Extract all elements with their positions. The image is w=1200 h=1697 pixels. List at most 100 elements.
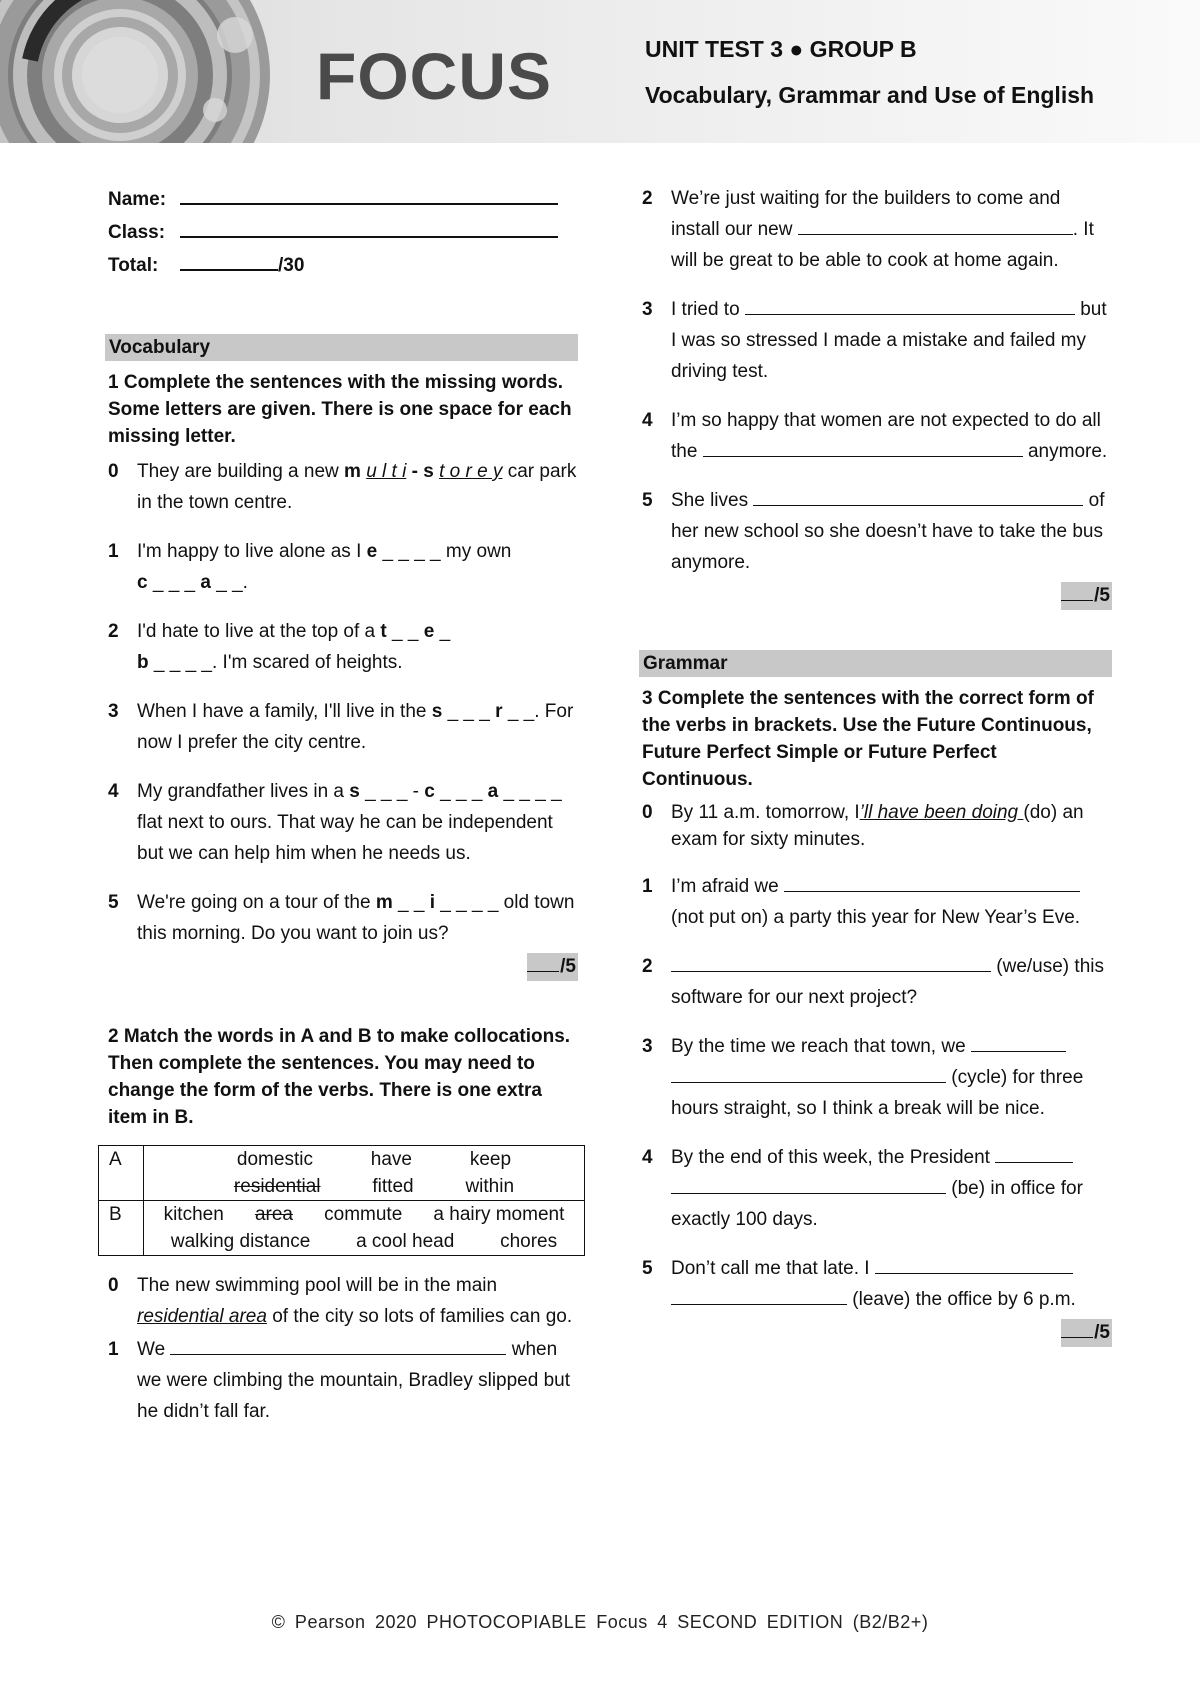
item-text: We bbox=[137, 1339, 171, 1360]
letter-blanks[interactable]: _ _ _ bbox=[435, 781, 488, 802]
item-text: I'd hate to live at the top of a bbox=[137, 621, 381, 642]
item-text: (not put on) a party this year for New Y… bbox=[671, 907, 1081, 928]
ex2-item-5: 5 She lives of her new school so she doe… bbox=[642, 485, 1112, 578]
item-text: The new swimming pool will be in the mai… bbox=[137, 1275, 498, 1296]
letter-blanks[interactable]: _ _ _ _ bbox=[149, 652, 212, 673]
ex3-item-4: 4 By the end of this week, the President… bbox=[642, 1142, 1112, 1235]
ex3-score-box[interactable]: /5 bbox=[1061, 1319, 1112, 1347]
given-letter: m bbox=[344, 461, 361, 482]
table-row-b: B kitchen area commute a hairy moment wa… bbox=[98, 1200, 585, 1256]
answer-blank[interactable] bbox=[671, 1175, 946, 1194]
score-blank[interactable] bbox=[1061, 582, 1094, 601]
letter-blanks[interactable]: _ _ _ bbox=[442, 701, 495, 722]
answer-blank[interactable] bbox=[874, 1255, 1073, 1274]
given-letter: c bbox=[424, 781, 435, 802]
hyphen: - bbox=[406, 461, 424, 482]
item-number: 4 bbox=[642, 1147, 653, 1168]
letter-blanks[interactable]: _ _ _ _ bbox=[435, 892, 504, 913]
ex1-item-3[interactable]: 3 When I have a family, I'll live in the… bbox=[108, 696, 578, 758]
word-a: within bbox=[465, 1176, 515, 1197]
answer-blank[interactable] bbox=[753, 487, 1084, 506]
item-text: I’m afraid we bbox=[671, 876, 784, 897]
word-a-used: residential bbox=[233, 1176, 321, 1197]
word-b: chores bbox=[500, 1231, 558, 1252]
answer-blank[interactable] bbox=[783, 873, 1080, 892]
word-b: commute bbox=[324, 1204, 403, 1225]
given-letter: e bbox=[423, 621, 435, 642]
item-number: 2 bbox=[642, 188, 653, 209]
focus-logo-text: FOCUS bbox=[316, 39, 552, 113]
word-a: have bbox=[370, 1149, 412, 1170]
item-text: . I'm scared of heights. bbox=[212, 652, 403, 673]
score-max: /5 bbox=[1094, 585, 1110, 606]
class-field[interactable] bbox=[180, 216, 558, 238]
word-b-used: area bbox=[254, 1204, 293, 1225]
ex1-item-5[interactable]: 5 We're going on a tour of the m _ _ i _… bbox=[108, 887, 578, 949]
answer-blank[interactable] bbox=[970, 1033, 1066, 1052]
letter-blanks[interactable]: _ bbox=[434, 621, 451, 642]
answer-blank[interactable] bbox=[702, 438, 1023, 457]
answer-blank[interactable] bbox=[671, 1286, 847, 1305]
name-field[interactable] bbox=[180, 183, 558, 205]
row-label-a: A bbox=[98, 1145, 144, 1201]
item-number: 3 bbox=[642, 1036, 653, 1057]
ex2-score-box[interactable]: /5 bbox=[1061, 582, 1112, 610]
ex1-item-1[interactable]: 1 I'm happy to live alone as I e _ _ _ _… bbox=[108, 536, 578, 598]
ex3-item-0: 0 By 11 a.m. tomorrow, I’ll have been do… bbox=[642, 799, 1112, 853]
letter-blanks[interactable]: _ _. bbox=[503, 701, 540, 722]
left-column: Name: Class: Total: /30 Vocabulary 1 Com… bbox=[98, 183, 585, 1445]
collocation-table: A domestic have keep residential fitted … bbox=[98, 1145, 585, 1256]
score-max: /5 bbox=[560, 956, 576, 977]
letter-blanks[interactable]: _ _ _ _ bbox=[498, 781, 562, 802]
given-letter: s bbox=[349, 781, 360, 802]
ex1-score-box[interactable]: /5 bbox=[527, 953, 578, 981]
letter-blanks[interactable]: _ _ _ _ bbox=[377, 541, 446, 562]
item-text: When I have a family, I'll live in the bbox=[137, 701, 432, 722]
item-text: My grandfather lives in a bbox=[137, 781, 350, 802]
score-blank[interactable] bbox=[1061, 1319, 1094, 1338]
answer-blank[interactable] bbox=[995, 1144, 1074, 1163]
item-text: my own bbox=[445, 541, 512, 562]
class-label: Class: bbox=[108, 222, 166, 243]
word-b: kitchen bbox=[163, 1204, 224, 1225]
word-a: keep bbox=[469, 1149, 512, 1170]
score-blank[interactable] bbox=[527, 953, 560, 972]
class-row: Class: bbox=[108, 216, 578, 249]
letter-blanks[interactable]: _ _. bbox=[211, 572, 248, 593]
exercise-3-instruction: 3 Complete the sentences with the correc… bbox=[642, 688, 1094, 790]
exercise-1-instruction: 1 Complete the sentences with the missin… bbox=[108, 372, 572, 447]
letter-blanks[interactable]: _ _ bbox=[393, 892, 430, 913]
ex2-item-2: 2 We’re just waiting for the builders to… bbox=[642, 183, 1112, 276]
item-text: By the end of this week, the President bbox=[671, 1147, 996, 1168]
item-number: 0 bbox=[642, 802, 653, 823]
given-letter: a bbox=[200, 572, 211, 593]
item-number: 4 bbox=[108, 781, 119, 802]
given-letter: r bbox=[495, 701, 503, 722]
example-answer: residential area bbox=[137, 1306, 267, 1327]
ex3-item-3: 3 By the time we reach that town, we (cy… bbox=[642, 1031, 1112, 1124]
example-answer: ’ll have been doing bbox=[859, 802, 1024, 823]
total-field[interactable] bbox=[180, 249, 278, 271]
letter-blanks[interactable]: _ _ bbox=[387, 621, 424, 642]
letter-blanks[interactable]: _ _ _ bbox=[148, 572, 201, 593]
answer-blank[interactable] bbox=[170, 1336, 507, 1355]
item-text: We're going on a tour of the bbox=[137, 892, 376, 913]
item-text: By the time we reach that town, we bbox=[671, 1036, 971, 1057]
item-number: 1 bbox=[108, 541, 119, 562]
item-text: I'm happy to live alone as I bbox=[137, 541, 367, 562]
row-a-words: domestic have keep residential fitted wi… bbox=[143, 1145, 585, 1201]
answer-blank[interactable] bbox=[797, 216, 1073, 235]
answer-blank[interactable] bbox=[671, 953, 991, 972]
answer-blank[interactable] bbox=[671, 1064, 946, 1083]
ex1-item-4[interactable]: 4 My grandfather lives in a s _ _ _ - c … bbox=[108, 776, 578, 869]
row-b-words: kitchen area commute a hairy moment walk… bbox=[143, 1200, 585, 1256]
item-number: 3 bbox=[108, 701, 119, 722]
ex1-item-2[interactable]: 2 I'd hate to live at the top of a t _ _… bbox=[108, 616, 578, 678]
answer-blank[interactable] bbox=[744, 296, 1075, 315]
letter-blanks[interactable]: _ _ _ - bbox=[360, 781, 424, 802]
word-b: walking distance bbox=[170, 1231, 311, 1252]
item-text: (leave) the office by 6 p.m. bbox=[847, 1289, 1076, 1310]
focus-swirl-logo-icon bbox=[0, 0, 270, 143]
ex2-score-row: /5 bbox=[642, 582, 1112, 610]
item-number: 5 bbox=[108, 892, 119, 913]
